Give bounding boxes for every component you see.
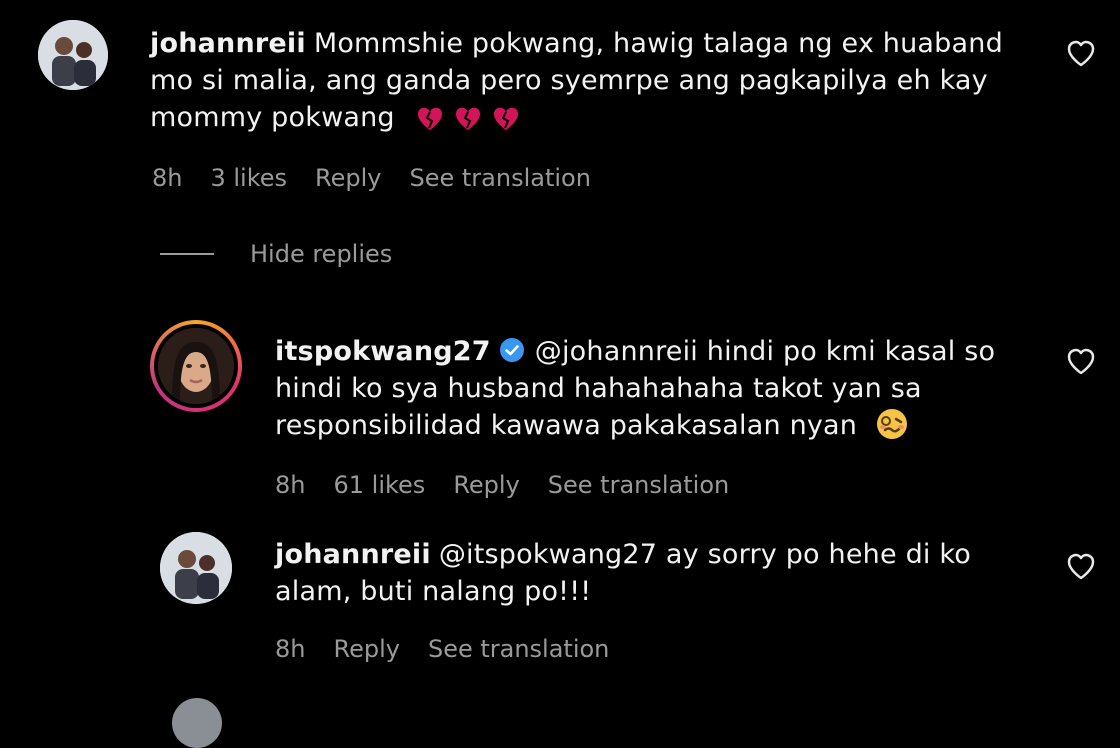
user-photo-icon <box>158 328 234 404</box>
likes-count[interactable]: 3 likes <box>210 164 287 192</box>
divider <box>160 253 214 255</box>
comment-username[interactable]: johannreii <box>150 28 306 59</box>
comment-username[interactable]: itspokwang27 <box>275 336 491 367</box>
likes-count[interactable]: 61 likes <box>333 471 425 499</box>
user-photo-icon <box>160 532 232 604</box>
comment-username[interactable]: johannreii <box>275 539 431 570</box>
comment-meta: 8h Reply See translation <box>275 635 609 663</box>
avatar[interactable] <box>160 532 232 604</box>
heart-icon[interactable] <box>1066 40 1096 68</box>
comment-time: 8h <box>152 164 183 192</box>
hide-replies-button[interactable]: Hide replies <box>160 240 392 268</box>
comment-time: 8h <box>275 635 306 663</box>
reply-button[interactable]: Reply <box>333 635 399 663</box>
heart-icon[interactable] <box>1066 348 1096 376</box>
broken-heart-icon <box>414 104 524 142</box>
reply-button[interactable]: Reply <box>453 471 519 499</box>
hide-replies-label: Hide replies <box>250 240 393 268</box>
comment-meta: 8h 61 likes Reply See translation <box>275 471 729 499</box>
comment-time: 8h <box>275 471 306 499</box>
mention-link[interactable]: @itspokwang27 <box>439 539 657 570</box>
see-translation-link[interactable]: See translation <box>548 471 729 499</box>
see-translation-link[interactable]: See translation <box>410 164 591 192</box>
comment-meta: 8h 3 likes Reply See translation <box>152 164 591 192</box>
heart-icon[interactable] <box>1066 553 1096 581</box>
reply-button[interactable]: Reply <box>315 164 381 192</box>
see-translation-link[interactable]: See translation <box>428 635 609 663</box>
avatar[interactable] <box>38 20 108 90</box>
mention-link[interactable]: @johannreii <box>535 336 698 367</box>
verified-badge-icon <box>499 338 524 362</box>
avatar[interactable] <box>150 320 242 412</box>
avatar[interactable] <box>172 698 222 748</box>
user-photo-icon <box>38 20 108 90</box>
woozy-face-icon <box>876 408 908 450</box>
